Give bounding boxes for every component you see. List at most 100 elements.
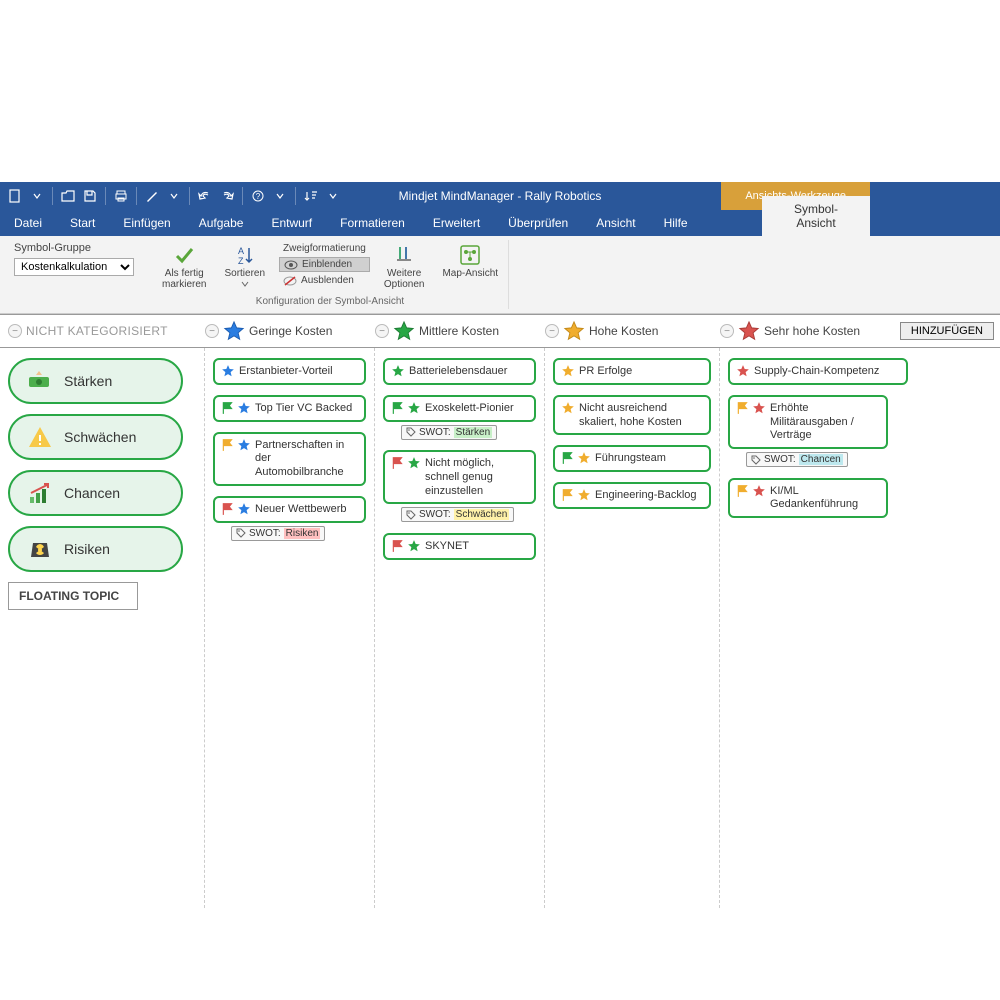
- brush-icon[interactable]: [143, 187, 161, 205]
- warning-icon: [26, 423, 54, 451]
- col-header-mid: Mittlere Kosten: [419, 324, 499, 338]
- hide-button[interactable]: Ausblenden: [279, 274, 370, 287]
- symbol-group-select[interactable]: Kostenkalkulation: [14, 258, 134, 276]
- topic-card[interactable]: Supply-Chain-Kompetenz: [728, 358, 908, 385]
- star-icon: [407, 539, 421, 553]
- swot-opportunities[interactable]: Chancen: [8, 470, 183, 516]
- show-button[interactable]: Einblenden: [279, 257, 370, 272]
- star-icon: [736, 364, 750, 378]
- star-icon: [752, 401, 766, 415]
- topic-card[interactable]: Erhöhte Militärausgaben / Verträge: [728, 395, 888, 449]
- swot-tag[interactable]: SWOT: Stärken: [401, 425, 497, 440]
- menu-datei[interactable]: Datei: [0, 210, 56, 236]
- new-doc-icon[interactable]: [6, 187, 24, 205]
- sort-button[interactable]: AZ Sortieren: [220, 242, 269, 292]
- collapse-icon[interactable]: −: [545, 324, 559, 338]
- open-icon[interactable]: [59, 187, 77, 205]
- star-icon: [223, 320, 245, 342]
- menu-hilfe[interactable]: Hilfe: [650, 210, 702, 236]
- dropdown-icon[interactable]: [165, 187, 183, 205]
- dropdown-icon[interactable]: [324, 187, 342, 205]
- swot-weaknesses[interactable]: Schwächen: [8, 414, 183, 460]
- star-icon: [738, 320, 760, 342]
- menu-erweitert[interactable]: Erweitert: [419, 210, 494, 236]
- star-icon: [407, 456, 421, 470]
- dropdown-icon[interactable]: [271, 187, 289, 205]
- growth-icon: [26, 479, 54, 507]
- topic-card[interactable]: Engineering-Backlog: [553, 482, 711, 509]
- more-options-button[interactable]: Weitere Optionen: [380, 242, 429, 292]
- star-icon: [237, 438, 251, 452]
- tag-icon: [236, 528, 246, 538]
- column-low-cost: Erstanbieter-Vorteil Top Tier VC Backed …: [205, 348, 375, 908]
- star-icon: [752, 484, 766, 498]
- col-header-low: Geringe Kosten: [249, 324, 332, 338]
- topic-card[interactable]: Neuer Wettbewerb: [213, 496, 366, 523]
- topic-card[interactable]: Führungsteam: [553, 445, 711, 472]
- board: Stärken Schwächen Chancen Risiken FLOATI…: [0, 348, 1000, 908]
- topic-card[interactable]: Erstanbieter-Vorteil: [213, 358, 366, 385]
- swot-tag[interactable]: SWOT: Schwächen: [401, 507, 514, 522]
- star-icon: [561, 401, 575, 415]
- star-icon: [237, 401, 251, 415]
- undo-icon[interactable]: [196, 187, 214, 205]
- menu-start[interactable]: Start: [56, 210, 109, 236]
- collapse-icon[interactable]: −: [205, 324, 219, 338]
- save-icon[interactable]: [81, 187, 99, 205]
- topic-card[interactable]: Nicht ausreichend skaliert, hohe Kosten: [553, 395, 711, 436]
- svg-text:Z: Z: [238, 256, 244, 266]
- column-high-cost: PR Erfolge Nicht ausreichend skaliert, h…: [545, 348, 720, 908]
- topic-card[interactable]: Exoskelett-Pionier: [383, 395, 536, 422]
- swot-tag[interactable]: SWOT: Chancen: [746, 452, 848, 467]
- collapse-icon[interactable]: −: [375, 324, 389, 338]
- topic-card[interactable]: PR Erfolge: [553, 358, 711, 385]
- star-icon: [563, 320, 585, 342]
- menu-bar: Datei Start Einfügen Aufgabe Entwurf For…: [0, 210, 1000, 236]
- star-icon: [221, 364, 235, 378]
- dropdown-icon[interactable]: [28, 187, 46, 205]
- mark-done-button[interactable]: Als fertig markieren: [158, 242, 210, 292]
- add-column-button[interactable]: HINZUFÜGEN: [900, 322, 994, 340]
- swot-label: Stärken: [64, 373, 112, 389]
- redo-icon[interactable]: [218, 187, 236, 205]
- branch-format-label: Zweigformatierung: [279, 242, 370, 255]
- star-icon: [577, 451, 591, 465]
- menu-formatieren[interactable]: Formatieren: [326, 210, 419, 236]
- app-title: Mindjet MindManager - Rally Robotics: [399, 189, 602, 203]
- svg-text:A: A: [238, 246, 244, 256]
- menu-entwurf[interactable]: Entwurf: [257, 210, 326, 236]
- swot-tag[interactable]: SWOT: Risiken: [231, 526, 325, 541]
- star-icon: [561, 364, 575, 378]
- menu-symbol-ansicht[interactable]: Symbol-Ansicht: [762, 196, 870, 236]
- map-view-button[interactable]: Map-Ansicht: [438, 242, 502, 281]
- sort-icon[interactable]: [302, 187, 320, 205]
- topic-card[interactable]: Partnerschaften in der Automobilbranche: [213, 432, 366, 486]
- collapse-icon[interactable]: −: [8, 324, 22, 338]
- star-icon: [391, 364, 405, 378]
- print-icon[interactable]: [112, 187, 130, 205]
- topic-card[interactable]: Nicht möglich, schnell genug einzustelle…: [383, 450, 536, 504]
- topic-card[interactable]: KI/ML Gedankenführung: [728, 478, 888, 519]
- collapse-icon[interactable]: −: [720, 324, 734, 338]
- tag-icon: [406, 427, 416, 437]
- swot-risks[interactable]: Risiken: [8, 526, 183, 572]
- menu-aufgabe[interactable]: Aufgabe: [185, 210, 258, 236]
- money-icon: [26, 367, 54, 395]
- floating-topic[interactable]: FLOATING TOPIC: [8, 582, 138, 610]
- topic-card[interactable]: Top Tier VC Backed: [213, 395, 366, 422]
- flag-icon: [221, 438, 235, 452]
- column-uncategorized: Stärken Schwächen Chancen Risiken FLOATI…: [0, 348, 205, 908]
- topic-card[interactable]: SKYNET: [383, 533, 536, 560]
- flag-icon: [221, 502, 235, 516]
- col-header-veryhigh: Sehr hohe Kosten: [764, 324, 860, 338]
- menu-einfuegen[interactable]: Einfügen: [109, 210, 184, 236]
- quick-access-toolbar: ?: [6, 187, 342, 205]
- menu-ueberpruefen[interactable]: Überprüfen: [494, 210, 582, 236]
- help-icon[interactable]: ?: [249, 187, 267, 205]
- topic-card[interactable]: Batterielebensdauer: [383, 358, 536, 385]
- swot-label: Risiken: [64, 541, 110, 557]
- swot-strengths[interactable]: Stärken: [8, 358, 183, 404]
- menu-ansicht[interactable]: Ansicht: [582, 210, 649, 236]
- star-icon: [237, 502, 251, 516]
- tag-icon: [751, 455, 761, 465]
